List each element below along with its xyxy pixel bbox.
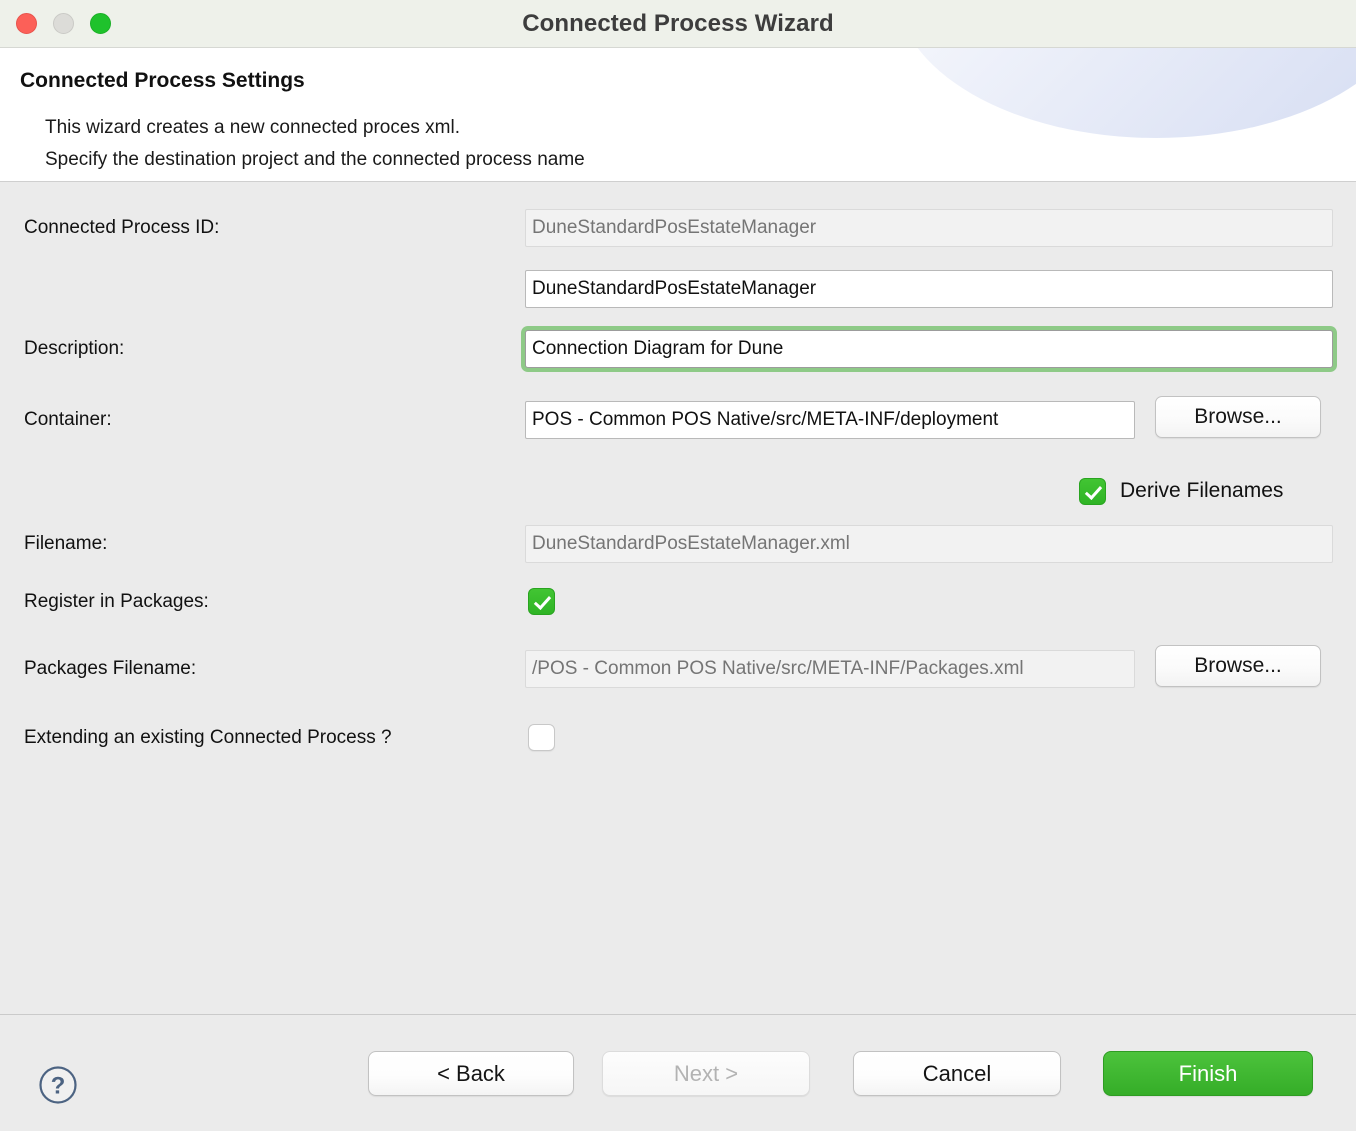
wizard-footer: ? < Back Next > Cancel Finish (0, 1014, 1356, 1131)
page-description: This wizard creates a new connected proc… (45, 117, 585, 170)
description-input[interactable] (525, 330, 1333, 368)
row-container: Container: Browse... (0, 396, 1356, 442)
row-process-name (0, 267, 1356, 311)
row-filename: Filename: (0, 522, 1356, 566)
packages-filename-browse-button[interactable]: Browse... (1155, 645, 1321, 687)
row-extending-existing: Extending an existing Connected Process … (0, 716, 1356, 760)
derive-filenames-label: Derive Filenames (1120, 479, 1284, 502)
row-description: Description: (0, 327, 1356, 371)
derive-filenames-checkbox[interactable] (1079, 478, 1106, 505)
row-register-in-packages: Register in Packages: (0, 580, 1356, 624)
page-title: Connected Process Settings (20, 69, 305, 92)
filename-label: Filename: (24, 533, 108, 554)
extending-existing-checkbox[interactable] (528, 724, 555, 751)
process-id-input[interactable] (525, 209, 1333, 247)
minimize-window-icon[interactable] (53, 13, 74, 34)
window-title: Connected Process Wizard (522, 9, 834, 37)
extending-existing-label: Extending an existing Connected Process … (24, 727, 392, 748)
close-window-icon[interactable] (16, 13, 37, 34)
zoom-window-icon[interactable] (90, 13, 111, 34)
next-button: Next > (602, 1051, 810, 1096)
packages-filename-input[interactable] (525, 650, 1135, 688)
process-name-input[interactable] (525, 270, 1333, 308)
svg-text:?: ? (51, 1073, 66, 1100)
row-packages-filename: Packages Filename: Browse... (0, 645, 1356, 691)
register-in-packages-checkbox[interactable] (528, 588, 555, 615)
row-process-id: Connected Process ID: (0, 206, 1356, 250)
row-derive-filenames: Derive Filenames (0, 470, 1356, 514)
container-input[interactable] (525, 401, 1135, 439)
wizard-window: Connected Process Wizard Connected Proce… (0, 0, 1356, 1131)
header-decoration-swoosh (896, 48, 1356, 138)
container-label: Container: (24, 409, 112, 430)
wizard-form: Connected Process ID: Description: Conta… (0, 182, 1356, 1014)
process-id-label: Connected Process ID: (24, 217, 220, 238)
register-in-packages-label: Register in Packages: (24, 591, 209, 612)
title-bar: Connected Process Wizard (0, 0, 1356, 48)
wizard-header: Connected Process Settings This wizard c… (0, 48, 1356, 182)
finish-button[interactable]: Finish (1103, 1051, 1313, 1096)
container-browse-button[interactable]: Browse... (1155, 396, 1321, 438)
description-label: Description: (24, 338, 125, 359)
filename-input[interactable] (525, 525, 1333, 563)
packages-filename-label: Packages Filename: (24, 658, 197, 679)
back-button[interactable]: < Back (368, 1051, 574, 1096)
traffic-light-group (16, 0, 111, 47)
cancel-button[interactable]: Cancel (853, 1051, 1061, 1096)
help-icon[interactable]: ? (38, 1065, 78, 1105)
